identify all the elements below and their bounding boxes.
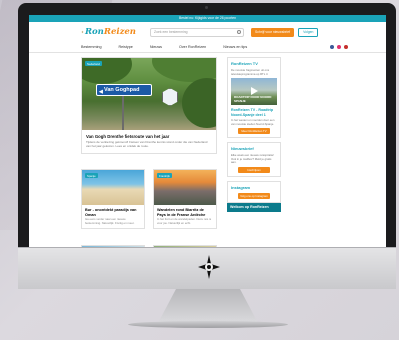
- newsletter-widget: Nieuwsbrief Elke week een nieuwe reisspi…: [227, 142, 281, 177]
- imac-base: [128, 321, 288, 328]
- article-card[interactable]: Frankrijk Wandelen rond Biarritz de Pays…: [153, 169, 217, 230]
- card-excerpt: Ga eens verder naar een nieuwe bestemmin…: [85, 217, 135, 225]
- welcome-bar: Welkom op RonReizen: [227, 203, 281, 212]
- subscribe-button[interactable]: Inschrijven: [238, 166, 270, 173]
- page-body: Nederland ◀ Van Goghpad Van Gogh Drenthe…: [29, 15, 386, 247]
- arrow-icon: ◀: [99, 89, 103, 95]
- featured-photo: Nederland ◀ Van Goghpad: [82, 58, 216, 130]
- featured-tag: Nederland: [85, 61, 102, 66]
- tv-episode-title[interactable]: RonReizen TV - Roadtrip Noord-Spanje dee…: [231, 108, 277, 117]
- card-tag: Frankrijk: [157, 173, 172, 178]
- tree-shape: [182, 78, 216, 128]
- tv-excerpt: In het westen en noorden door een van mo…: [231, 118, 275, 126]
- sidebar: RonReizen TV De mooiste fragmenten uit o…: [227, 57, 281, 207]
- tv-widget-title: RonReizen TV: [231, 61, 258, 66]
- street-sign: ◀ Van Goghpad: [96, 84, 152, 96]
- instagram-title: Instagram: [231, 184, 251, 190]
- instagram-widget: Instagram Volg ons op Instagram: [227, 180, 281, 203]
- beach-photo: Spanje: [82, 170, 144, 205]
- featured-excerpt: Tijdens de verkiezing gekroond! Fietsen …: [86, 140, 208, 148]
- camera-dot: [205, 6, 208, 9]
- instagram-button[interactable]: Volg ons op Instagram: [238, 192, 270, 199]
- play-icon[interactable]: [251, 87, 258, 96]
- tv-caption: ROADTRIP DOOR NOORD SPANJE: [234, 95, 272, 103]
- featured-article[interactable]: Nederland ◀ Van Goghpad Van Gogh Drenthe…: [81, 57, 217, 154]
- route-marker-icon: [162, 88, 178, 106]
- card-tag: Spanje: [85, 173, 98, 178]
- more-tv-button[interactable]: Meer RonReizen TV: [238, 128, 270, 135]
- tv-video-thumbnail[interactable]: ROADTRIP DOOR NOORD SPANJE: [231, 78, 277, 106]
- newsletter-title: Nieuwsbrief: [231, 146, 254, 152]
- card-excerpt: In het Fort en de wandelpaden. Deze reis…: [157, 217, 212, 225]
- sign-post: [122, 96, 124, 130]
- article-card[interactable]: Spanje Bur - onontdekt paradijs van Oman…: [81, 169, 145, 230]
- tv-intro: De mooiste fragmenten uit ons televisiep…: [231, 68, 270, 76]
- sunset-photo: Frankrijk: [154, 170, 216, 205]
- tv-widget: RonReizen TV De mooiste fragmenten uit o…: [227, 57, 281, 139]
- imac-stand: [158, 289, 258, 323]
- newsletter-text: Elke week een nieuwe reisspiratie! Ook i…: [231, 153, 274, 165]
- chin-logo-icon: [198, 255, 220, 279]
